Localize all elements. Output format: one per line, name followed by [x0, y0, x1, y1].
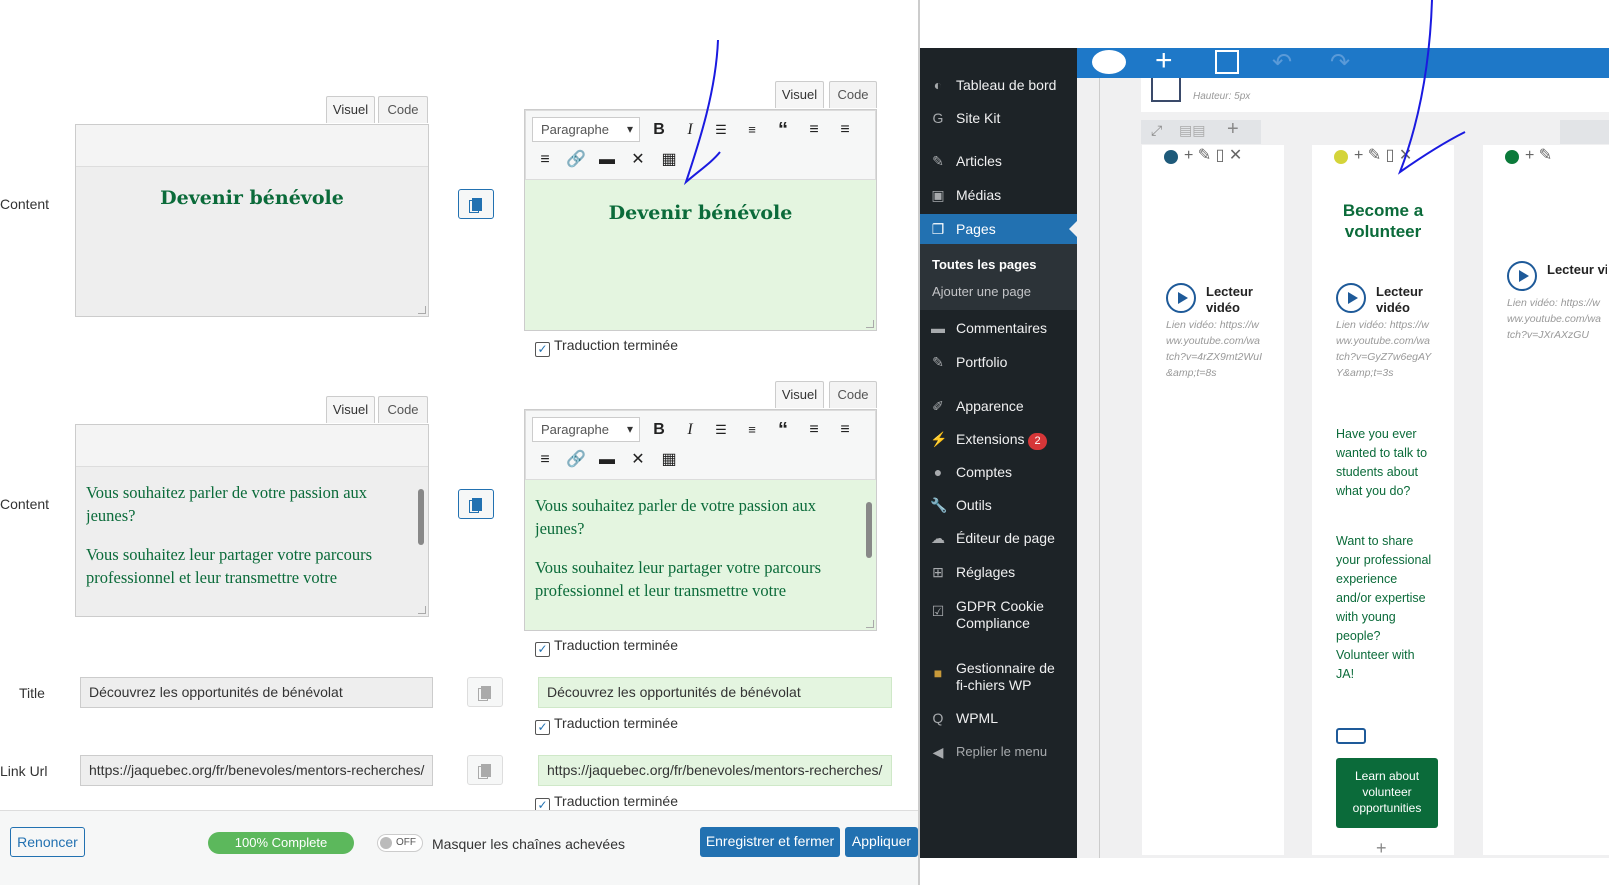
annotation-strokes: [683, 0, 1466, 186]
